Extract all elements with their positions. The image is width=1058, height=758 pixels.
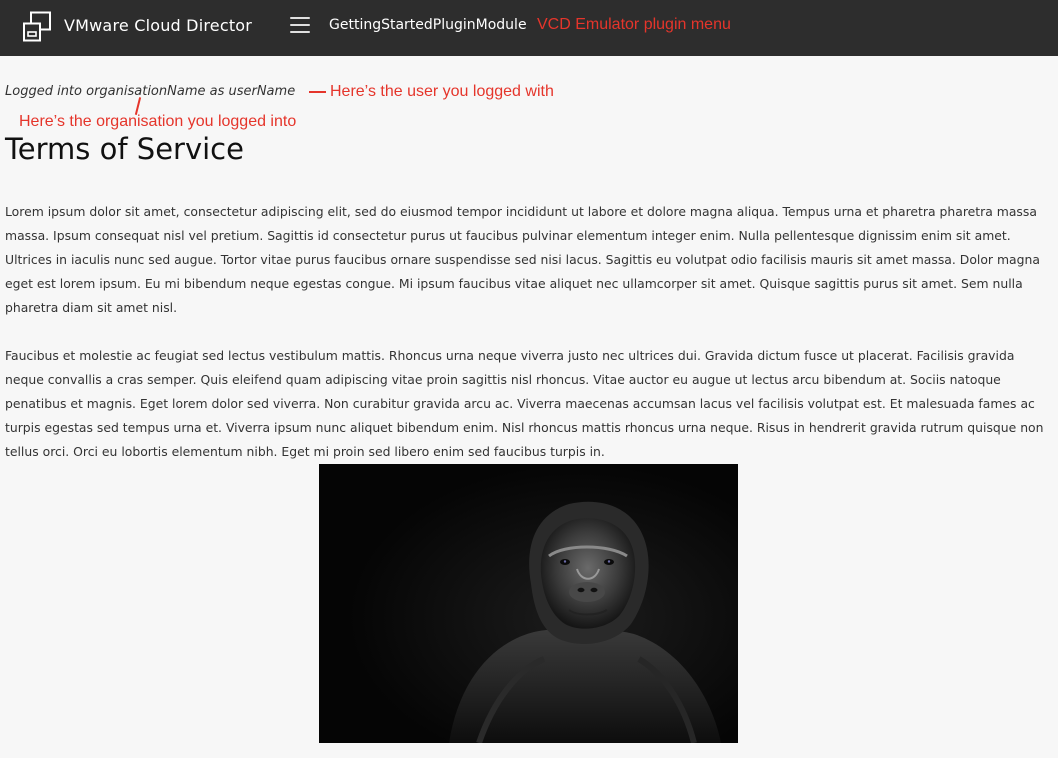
app-title[interactable]: VMware Cloud Director (64, 16, 252, 35)
hamburger-menu-icon[interactable] (290, 17, 310, 35)
annotation-plugin-menu: VCD Emulator plugin menu (537, 16, 731, 33)
vmware-cloud-director-logo-icon[interactable] (22, 11, 52, 42)
annotation-user-pointer (309, 91, 326, 93)
gorilla-portrait-image (319, 464, 738, 743)
annotation-user: Here’s the user you logged with (330, 83, 554, 100)
logged-in-status: Logged into organisationName as userName (5, 84, 296, 99)
annotation-organisation: Here’s the organisation you logged into (19, 113, 297, 130)
page-title: Terms of Service (5, 132, 244, 166)
plugin-nav-link[interactable]: GettingStartedPluginModule (329, 17, 527, 33)
terms-paragraph-2: Faucibus et molestie ac feugiat sed lect… (5, 348, 1044, 459)
terms-paragraph-1: Lorem ipsum dolor sit amet, consectetur … (5, 204, 1040, 315)
app-header: VMware Cloud Director GettingStartedPlug… (0, 0, 1058, 56)
